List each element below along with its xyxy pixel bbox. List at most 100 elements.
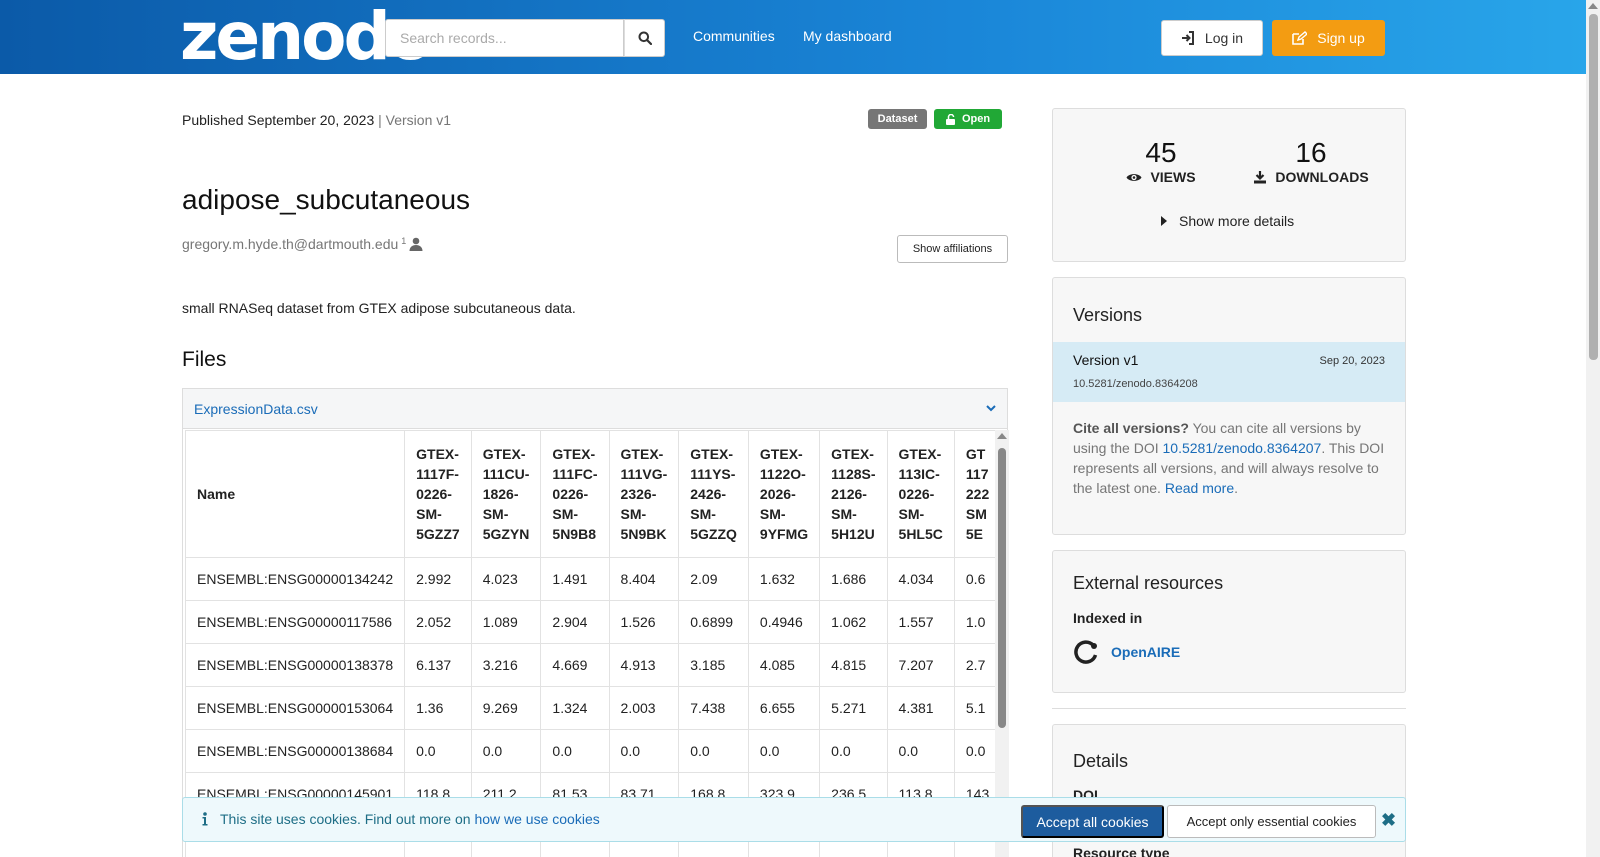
signup-button[interactable]: Sign up [1272, 20, 1385, 56]
expression-value-cell: 7.207 [886, 643, 955, 687]
open-label: Open [961, 113, 991, 125]
column-header-part: GTEX- [898, 446, 942, 462]
column-header-part: 1122O- [759, 466, 806, 482]
file-header[interactable]: ExpressionData.csv [183, 389, 1007, 429]
table-row: ENSEMBL:ENSG00000153064 1.36 9.269 1.324 2.0… [185, 686, 995, 730]
accept-essential-cookies-button[interactable]: Accept only essential cookies [1167, 805, 1376, 838]
expression-value-cell: 4.669 [540, 643, 610, 687]
cookie-message: This site uses cookies. Find out more on… [202, 811, 600, 827]
expression-value-cell: 0.6 [953, 557, 995, 601]
expression-value-cell: 1.526 [608, 600, 680, 644]
expression-value-cell: 3.216 [470, 643, 542, 687]
close-icon[interactable]: ✖ [1381, 810, 1396, 831]
show-more-details[interactable]: Show more details [1161, 213, 1294, 229]
search-icon [638, 31, 652, 45]
views-label: VIEWS [1150, 169, 1196, 185]
column-header-part: GTEX- [416, 446, 459, 462]
column-header-part: 5HL5C [898, 526, 943, 542]
expression-value-cell: 4.381 [886, 686, 955, 730]
column-header-part: SM- [759, 506, 786, 522]
column-header-part: SM- [552, 506, 579, 522]
downloads-stat: 16 DOWNLOADS [1246, 137, 1376, 185]
column-header-part: 0226- [416, 486, 452, 502]
expression-value-cell: 8.404 [608, 557, 680, 601]
versions-title: Versions [1073, 305, 1143, 325]
version-name[interactable]: Version v1 [1073, 352, 1138, 368]
column-header-name: Name [185, 430, 406, 558]
author[interactable]: gregory.m.hyde.th@dartmouth.edu 1 [182, 236, 423, 252]
search-input[interactable] [385, 19, 624, 57]
expression-value-cell: 4.815 [819, 643, 888, 687]
openaire-link[interactable]: OpenAIRE [1073, 639, 1180, 665]
expression-value-cell: 0.0 [747, 729, 821, 773]
column-header-part: 111YS- [690, 466, 736, 482]
unlock-icon [945, 113, 955, 125]
expression-value-cell: 0.0 [678, 729, 749, 773]
column-header-part: 113IC- [898, 466, 940, 482]
column-header-part: SM- [898, 506, 925, 522]
gene-name-cell: ENSEMBL:ENSG00000138378 [185, 643, 406, 687]
expression-value-cell: 1.0 [953, 600, 995, 644]
scroll-thumb[interactable] [998, 448, 1006, 728]
column-header-part: 117 [965, 466, 989, 482]
table-row: ENSEMBL:ENSG00000117586 2.052 1.089 2.904 1.… [185, 600, 995, 644]
file-preview-panel: ExpressionData.csv Name GTEX- 1117F- 0226-… [182, 388, 1009, 857]
read-more-link[interactable]: Read more [1165, 480, 1234, 496]
column-header-sample: GTEX- 1117F- 0226- SM- 5GZZ7 [404, 430, 472, 558]
column-header-part: SM- [831, 506, 857, 522]
expression-value-cell: 3.185 [678, 643, 749, 687]
expression-value-cell: 1.089 [470, 600, 542, 644]
expression-value-cell: 2.003 [608, 686, 680, 730]
expression-value-cell: 1.686 [819, 557, 888, 601]
version-item[interactable]: Version v1 Sep 20, 2023 10.5281/zenodo.8… [1053, 342, 1405, 402]
views-count: 45 [1145, 137, 1177, 168]
expression-value-cell: 0.0 [470, 729, 542, 773]
page-scroll-up-icon[interactable] [1588, 3, 1598, 9]
signup-label: Sign up [1317, 30, 1365, 46]
show-affiliations-button[interactable]: Show affiliations [897, 235, 1008, 263]
login-button[interactable]: Log in [1161, 20, 1263, 56]
nav-my-dashboard[interactable]: My dashboard [803, 28, 892, 44]
column-header-part: 5N9BK [620, 526, 667, 542]
concept-doi-link[interactable]: 10.5281/zenodo.8364207 [1163, 440, 1322, 456]
resource-type-label: Resource type [1073, 845, 1170, 857]
record-description: small RNASeq dataset from GTEX adipose s… [182, 300, 576, 316]
column-header-part: 5GZYN [482, 526, 530, 542]
cookie-policy-link[interactable]: how we use cookies [474, 811, 599, 827]
expression-value-cell: 2.992 [404, 557, 472, 601]
author-name[interactable]: gregory.m.hyde.th@dartmouth.edu [182, 236, 398, 252]
column-header-sample: GTEX- 111VG- 2326- SM- 5N9BK [608, 430, 680, 558]
search-button[interactable] [624, 19, 665, 57]
open-access-badge: Open [934, 109, 1002, 129]
login-label: Log in [1204, 30, 1244, 46]
openaire-label[interactable]: OpenAIRE [1111, 644, 1180, 660]
column-header-part: 111CU- [482, 466, 530, 482]
column-header-part: 0226- [552, 486, 589, 502]
page-scroll-thumb[interactable] [1589, 14, 1598, 360]
column-header-part: 111FC- [552, 466, 598, 482]
expression-value-cell: 5.1 [953, 686, 995, 730]
expression-value-cell: 1.557 [886, 600, 955, 644]
file-name-link[interactable]: ExpressionData.csv [194, 401, 318, 417]
cite-bold: Cite all versions? [1073, 420, 1189, 436]
expression-value-cell: 0.0 [540, 729, 610, 773]
column-header-part: 111VG- [620, 466, 668, 482]
expression-value-cell: 1.491 [540, 557, 610, 601]
column-header-part: 1117F- [416, 466, 459, 482]
expression-value-cell: 0.0 [886, 729, 955, 773]
accept-all-cookies-button[interactable]: Accept all cookies [1021, 805, 1164, 838]
nav-communities[interactable]: Communities [693, 28, 775, 44]
affiliation-number: 1 [401, 236, 407, 246]
expression-value-cell: 4.034 [886, 557, 955, 601]
column-header-sample: GTEX- 111FC- 0226- SM- 5N9B8 [540, 430, 610, 558]
csv-preview[interactable]: Name GTEX- 1117F- 0226- SM- 5GZZ7 GTEX- 111CU-… [185, 430, 995, 857]
page-scrollbar[interactable] [1586, 0, 1600, 857]
scroll-up-arrow-icon[interactable] [997, 433, 1007, 439]
column-header-part: SM [965, 506, 987, 522]
table-scrollbar[interactable] [995, 430, 1009, 857]
column-header-part: 2126- [831, 486, 867, 502]
chevron-down-icon[interactable] [986, 405, 996, 412]
gene-name-cell: ENSEMBL:ENSG00000117586 [185, 600, 406, 644]
download-icon [1254, 171, 1267, 184]
expression-value-cell: 4.023 [470, 557, 542, 601]
